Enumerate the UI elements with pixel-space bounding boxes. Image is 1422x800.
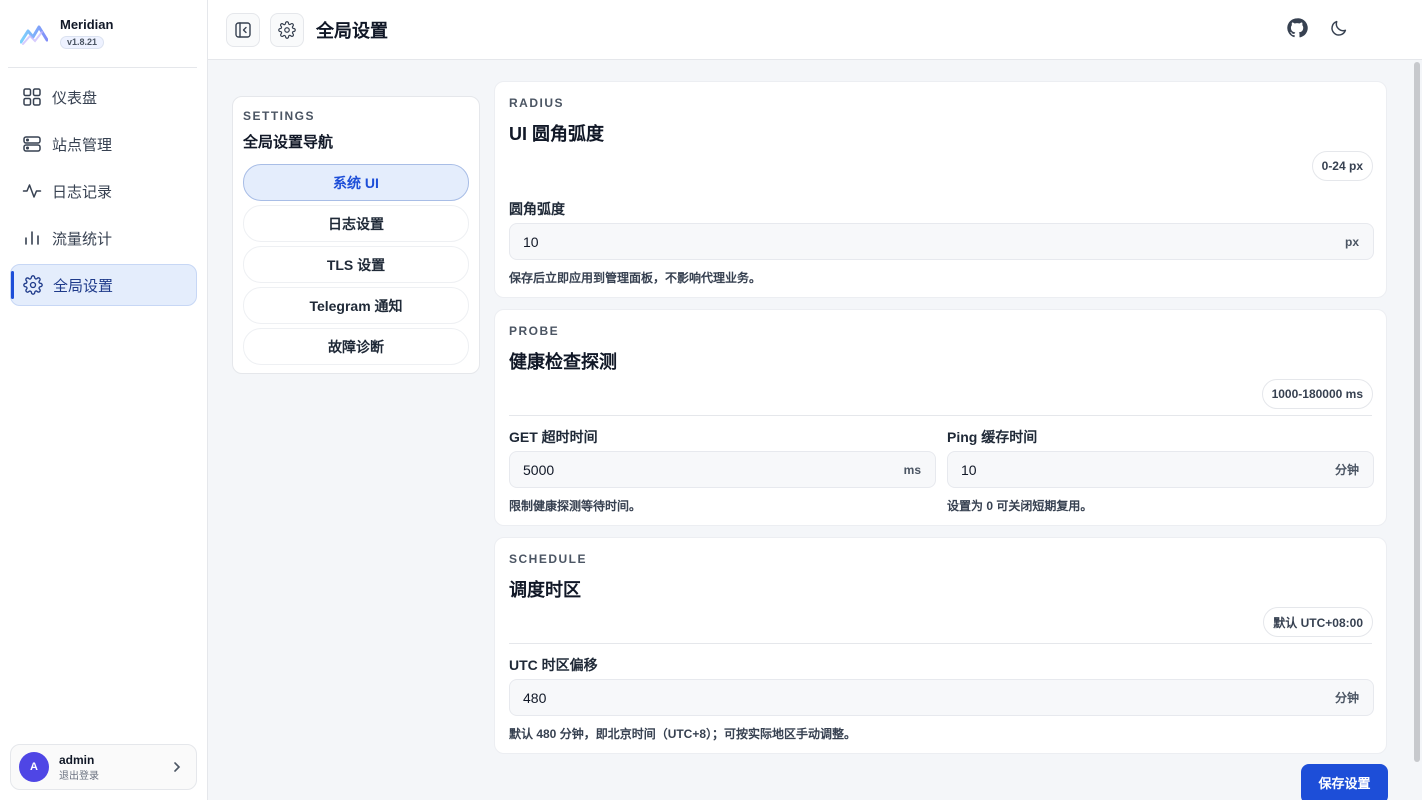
ping-cache-input[interactable]: 10 分钟 [947,451,1374,488]
scrollbar[interactable] [1414,62,1420,762]
radius-card: RADIUS UI 圆角弧度 0-24 px 圆角弧度 10 px 保存后立即应… [494,81,1387,298]
utc-offset-help: 默认 480 分钟，即北京时间（UTC+8）；可按实际地区手动调整。 [509,727,857,741]
sidebar-item-label: 全局设置 [53,277,114,295]
get-timeout-input[interactable]: 5000 ms [509,451,936,488]
sidebar-item-logs[interactable]: 日志记录 [10,170,197,212]
input-value: 10 [523,233,539,250]
input-value: 480 [523,689,547,706]
save-settings-button[interactable]: 保存设置 [1301,764,1388,800]
sidebar-item-dashboard[interactable]: 仪表盘 [10,76,197,118]
input-unit: ms [903,462,921,477]
schedule-card: SCHEDULE 调度时区 默认 UTC+08:00 UTC 时区偏移 480 … [494,537,1387,754]
card-title: UI 圆角弧度 [509,124,605,144]
settings-page-icon-button[interactable] [270,12,304,47]
sidebar-item-label: 仪表盘 [52,89,98,107]
settings-nav-tls-settings[interactable]: TLS 设置 [243,246,469,283]
card-kicker: RADIUS [509,96,565,110]
user-name: admin [59,752,95,767]
radius-input[interactable]: 10 px [509,223,1374,260]
sidebar-item-label: 站点管理 [52,136,113,154]
get-timeout-label: GET 超时时间 [509,429,598,445]
settings-nav-panel: SETTINGS 全局设置导航 系统 UI 日志设置 TLS 设置 Telegr… [232,96,480,374]
server-icon [23,136,41,152]
panel-collapse-icon [235,21,251,38]
avatar: A [19,752,49,782]
input-unit: 分钟 [1334,691,1359,705]
range-badge: 0-24 px [1311,151,1373,181]
sidebar: Meridian v1.8.21 仪表盘 站点管理 日志记录 流量统计 全局设置… [0,0,208,800]
settings-nav-title: 全局设置导航 [243,134,334,151]
input-unit: 分钟 [1334,463,1359,477]
gear-icon [278,20,296,39]
page-title: 全局设置 [316,20,388,41]
card-title: 健康检查探测 [509,352,617,372]
sidebar-item-traffic[interactable]: 流量统计 [10,217,197,259]
settings-nav-log-settings[interactable]: 日志设置 [243,205,469,242]
ping-cache-label: Ping 缓存时间 [947,429,1038,445]
bar-chart-icon [25,231,39,245]
card-kicker: SCHEDULE [509,552,588,566]
user-menu[interactable]: A admin 退出登录 [10,744,197,790]
gear-icon [23,275,43,295]
github-icon[interactable] [1286,17,1308,39]
version-badge: v1.8.21 [60,36,105,49]
collapse-sidebar-button[interactable] [226,12,260,47]
sidebar-item-sites[interactable]: 站点管理 [10,123,197,165]
brand-name: Meridian [60,17,114,32]
settings-nav-system-ui[interactable]: 系统 UI [243,164,469,201]
activity-icon [22,184,42,198]
sidebar-item-label: 流量统计 [52,230,113,248]
utc-offset-label: UTC 时区偏移 [509,657,598,673]
dashboard-grid-icon [23,88,41,106]
settings-nav-diagnostics[interactable]: 故障诊断 [243,328,469,365]
card-kicker: PROBE [509,324,560,338]
settings-nav-kicker: SETTINGS [243,109,316,123]
get-timeout-help: 限制健康探测等待时间。 [509,499,642,513]
input-value: 10 [961,461,977,478]
sidebar-item-label: 日志记录 [52,183,113,201]
card-title: 调度时区 [509,580,581,600]
range-badge: 1000-180000 ms [1261,379,1373,409]
probe-card: PROBE 健康检查探测 1000-180000 ms GET 超时时间 500… [494,309,1387,526]
radius-field-label: 圆角弧度 [509,201,565,217]
meridian-logo-icon [20,25,48,45]
radius-help-text: 保存后立即应用到管理面板，不影响代理业务。 [509,271,762,285]
utc-offset-input[interactable]: 480 分钟 [509,679,1374,716]
sidebar-nav: 仪表盘 站点管理 日志记录 流量统计 全局设置 [0,76,207,306]
divider [509,415,1372,416]
default-badge: 默认 UTC+08:00 [1263,607,1373,637]
input-value: 5000 [523,461,555,478]
ping-cache-help: 设置为 0 可关闭短期复用。 [947,499,1093,513]
settings-nav-telegram[interactable]: Telegram 通知 [243,287,469,324]
moon-icon[interactable] [1328,17,1350,39]
chevron-right-icon [174,762,181,772]
input-unit: px [1344,234,1359,249]
brand[interactable]: Meridian v1.8.21 [8,0,197,68]
top-header: 全局设置 [208,0,1422,60]
sidebar-item-global-settings[interactable]: 全局设置 [10,264,197,306]
logout-link[interactable]: 退出登录 [59,767,99,782]
divider [509,643,1372,644]
